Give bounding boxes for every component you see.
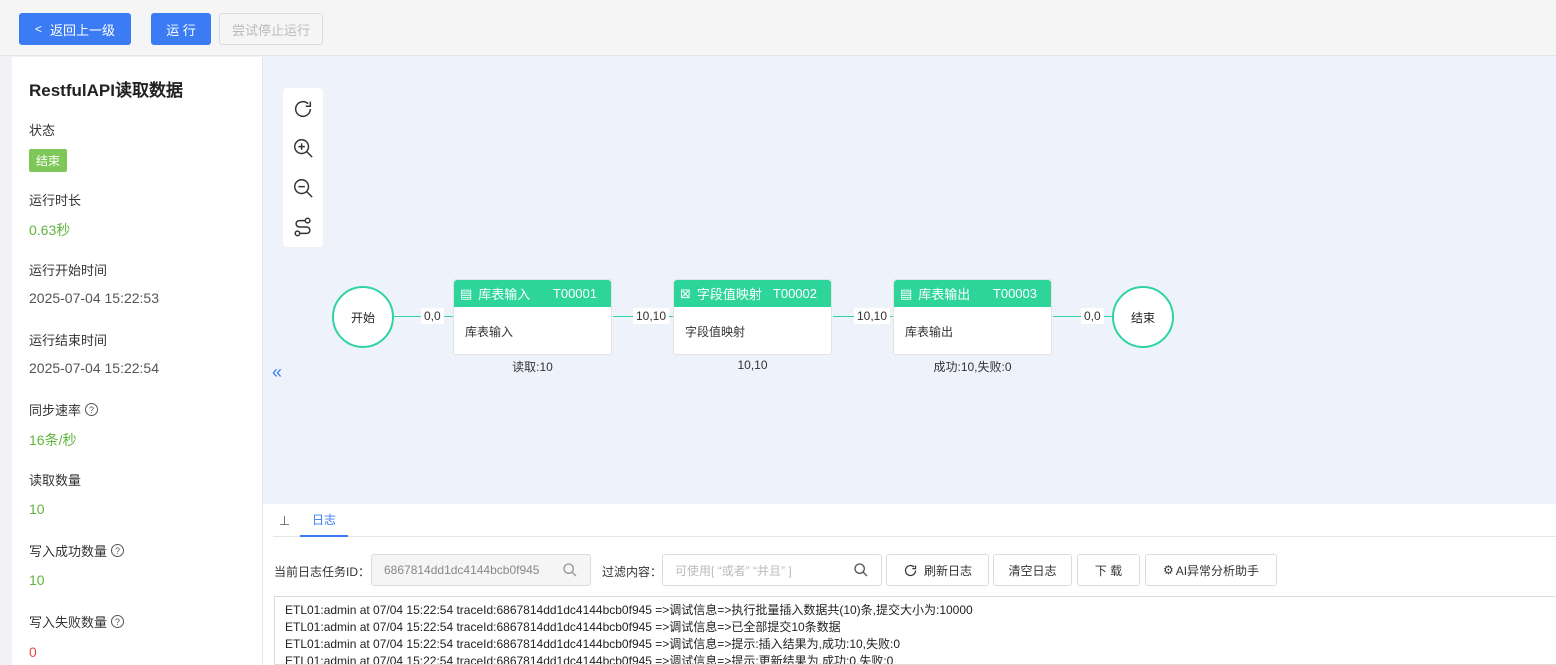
task-node-output[interactable]: ▤ 库表输出 T00003 库表输出 — [893, 279, 1052, 355]
task-header: ▤ 库表输入 T00001 — [454, 280, 611, 307]
table-input-icon: ▤ — [460, 285, 473, 301]
refresh-log-label: 刷新日志 — [923, 563, 972, 578]
search-icon[interactable] — [853, 562, 869, 581]
edge-label: 0,0 — [421, 308, 444, 324]
filter-input[interactable]: 可使用[ “或者” “并且” ] — [662, 554, 882, 586]
clear-log-button[interactable]: 清空日志 — [993, 554, 1072, 586]
task-id-input-value: 6867814dd1dc4144bcb0f945 — [384, 563, 540, 577]
filter-placeholder: 可使用[ “或者” “并且” ] — [675, 563, 792, 578]
rate-label: 同步速率 — [29, 403, 82, 418]
write-fail-value: 0 — [29, 644, 37, 660]
rate-label-row: 同步速率 ? — [29, 400, 99, 419]
log-line: ETL01:admin at 07/04 15:22:54 traceId:68… — [285, 637, 901, 651]
end-node[interactable]: 结束 — [1112, 286, 1174, 348]
task-id: T00001 — [552, 286, 597, 301]
help-icon[interactable]: ? — [85, 403, 99, 416]
ai-assistant-label: AI异常分析助手 — [1175, 563, 1260, 578]
download-icon[interactable]: ⊥ — [279, 513, 290, 529]
task-caption: 读取:10 — [512, 360, 553, 374]
collapse-sidebar-icon[interactable]: « — [272, 362, 282, 383]
refresh-log-button[interactable]: 刷新日志 — [886, 554, 989, 586]
task-node-mapping[interactable]: ⊠ 字段值映射 T00002 字段值映射 — [673, 279, 832, 355]
task-id-label: 当前日志任务ID： — [274, 565, 371, 579]
run-info-panel: RestfulAPI读取数据 状态 结束 运行时长 0.63秒 运行开始时间 2… — [12, 57, 263, 665]
task-caption: 成功:10,失败:0 — [933, 360, 1012, 374]
ai-assistant-button[interactable]: ⚙ AI异常分析助手 — [1145, 554, 1277, 586]
job-title: RestfulAPI读取数据 — [29, 81, 183, 100]
start-time-label: 运行开始时间 — [29, 263, 108, 278]
table-output-icon: ▤ — [900, 285, 913, 301]
log-line: ETL01:admin at 07/04 15:22:54 traceId:68… — [285, 654, 894, 665]
route-icon[interactable] — [291, 215, 315, 239]
back-button-label: 返回上一级 — [50, 22, 116, 38]
mapping-icon: ⊠ — [680, 285, 691, 301]
end-time-value: 2025-07-04 15:22:54 — [29, 360, 159, 376]
zoom-out-icon[interactable] — [291, 176, 315, 200]
log-controls: 当前日志任务ID： 6867814dd1dc4144bcb0f945 过滤内容：… — [263, 554, 1556, 586]
status-label: 状态 — [29, 123, 56, 138]
duration-value: 0.63秒 — [29, 222, 71, 238]
task-name: 库表输入 — [478, 287, 531, 302]
task-node-input[interactable]: ▤ 库表输入 T00001 库表输入 — [453, 279, 612, 355]
end-time-label: 运行结束时间 — [29, 333, 108, 348]
zoom-in-icon[interactable] — [291, 136, 315, 160]
task-header: ▤ 库表输出 T00003 — [894, 280, 1051, 307]
flow-canvas[interactable]: « 0,0 10,10 10,10 0,0 开始 ▤ 库表输入 T00001 库… — [263, 57, 1556, 504]
start-node[interactable]: 开始 — [332, 286, 394, 348]
task-name: 库表输出 — [918, 287, 971, 302]
write-fail-label-row: 写入失败数量 ? — [29, 612, 125, 631]
write-success-label: 写入成功数量 — [29, 544, 108, 559]
log-line: ETL01:admin at 07/04 15:22:54 traceId:68… — [285, 603, 973, 617]
rate-value: 16条/秒 — [29, 432, 77, 448]
status-badge: 结束 — [29, 149, 68, 172]
write-success-value: 10 — [29, 572, 45, 588]
log-panel: ⊥ 日志 当前日志任务ID： 6867814dd1dc4144bcb0f945 … — [263, 504, 1556, 665]
write-success-label-row: 写入成功数量 ? — [29, 541, 125, 560]
task-caption: 10,10 — [737, 358, 768, 372]
start-time-value: 2025-07-04 15:22:53 — [29, 290, 159, 306]
help-icon[interactable]: ? — [111, 615, 125, 628]
task-body: 库表输出 — [905, 325, 954, 339]
task-id-input[interactable]: 6867814dd1dc4144bcb0f945 — [371, 554, 591, 586]
search-icon — [562, 562, 578, 581]
back-button[interactable]: < 返回上一级 — [19, 13, 131, 45]
canvas-toolbox — [283, 88, 323, 247]
task-body: 字段值映射 — [685, 325, 746, 339]
run-button[interactable]: 运 行 — [151, 13, 211, 45]
task-id: T00003 — [992, 286, 1037, 301]
edge-label: 0,0 — [1081, 308, 1104, 324]
log-output[interactable]: ETL01:admin at 07/04 15:22:54 traceId:68… — [274, 596, 1556, 665]
task-name: 字段值映射 — [696, 287, 762, 302]
log-tabs: ⊥ 日志 — [273, 504, 1556, 537]
filter-label: 过滤内容： — [602, 565, 663, 579]
log-line: ETL01:admin at 07/04 15:22:54 traceId:68… — [285, 620, 841, 634]
tab-log[interactable]: 日志 — [300, 504, 349, 537]
stop-button[interactable]: 尝试停止运行 — [219, 13, 323, 45]
duration-label: 运行时长 — [29, 193, 82, 208]
download-button[interactable]: 下 载 — [1077, 554, 1140, 586]
task-id: T00002 — [772, 286, 817, 301]
chevron-left-icon: < — [34, 22, 42, 36]
top-toolbar: < 返回上一级 运 行 尝试停止运行 — [0, 0, 1556, 56]
ai-icon: ⚙ — [1162, 563, 1174, 577]
edge-label: 10,10 — [633, 308, 670, 324]
task-header: ⊠ 字段值映射 T00002 — [674, 280, 831, 307]
edge-label: 10,10 — [854, 308, 891, 324]
help-icon[interactable]: ? — [111, 544, 125, 557]
refresh-icon[interactable] — [291, 97, 315, 121]
write-fail-label: 写入失败数量 — [29, 615, 108, 630]
read-count-label: 读取数量 — [29, 473, 82, 488]
refresh-icon — [904, 564, 917, 576]
read-count-value: 10 — [29, 501, 45, 517]
task-body: 库表输入 — [465, 325, 514, 339]
